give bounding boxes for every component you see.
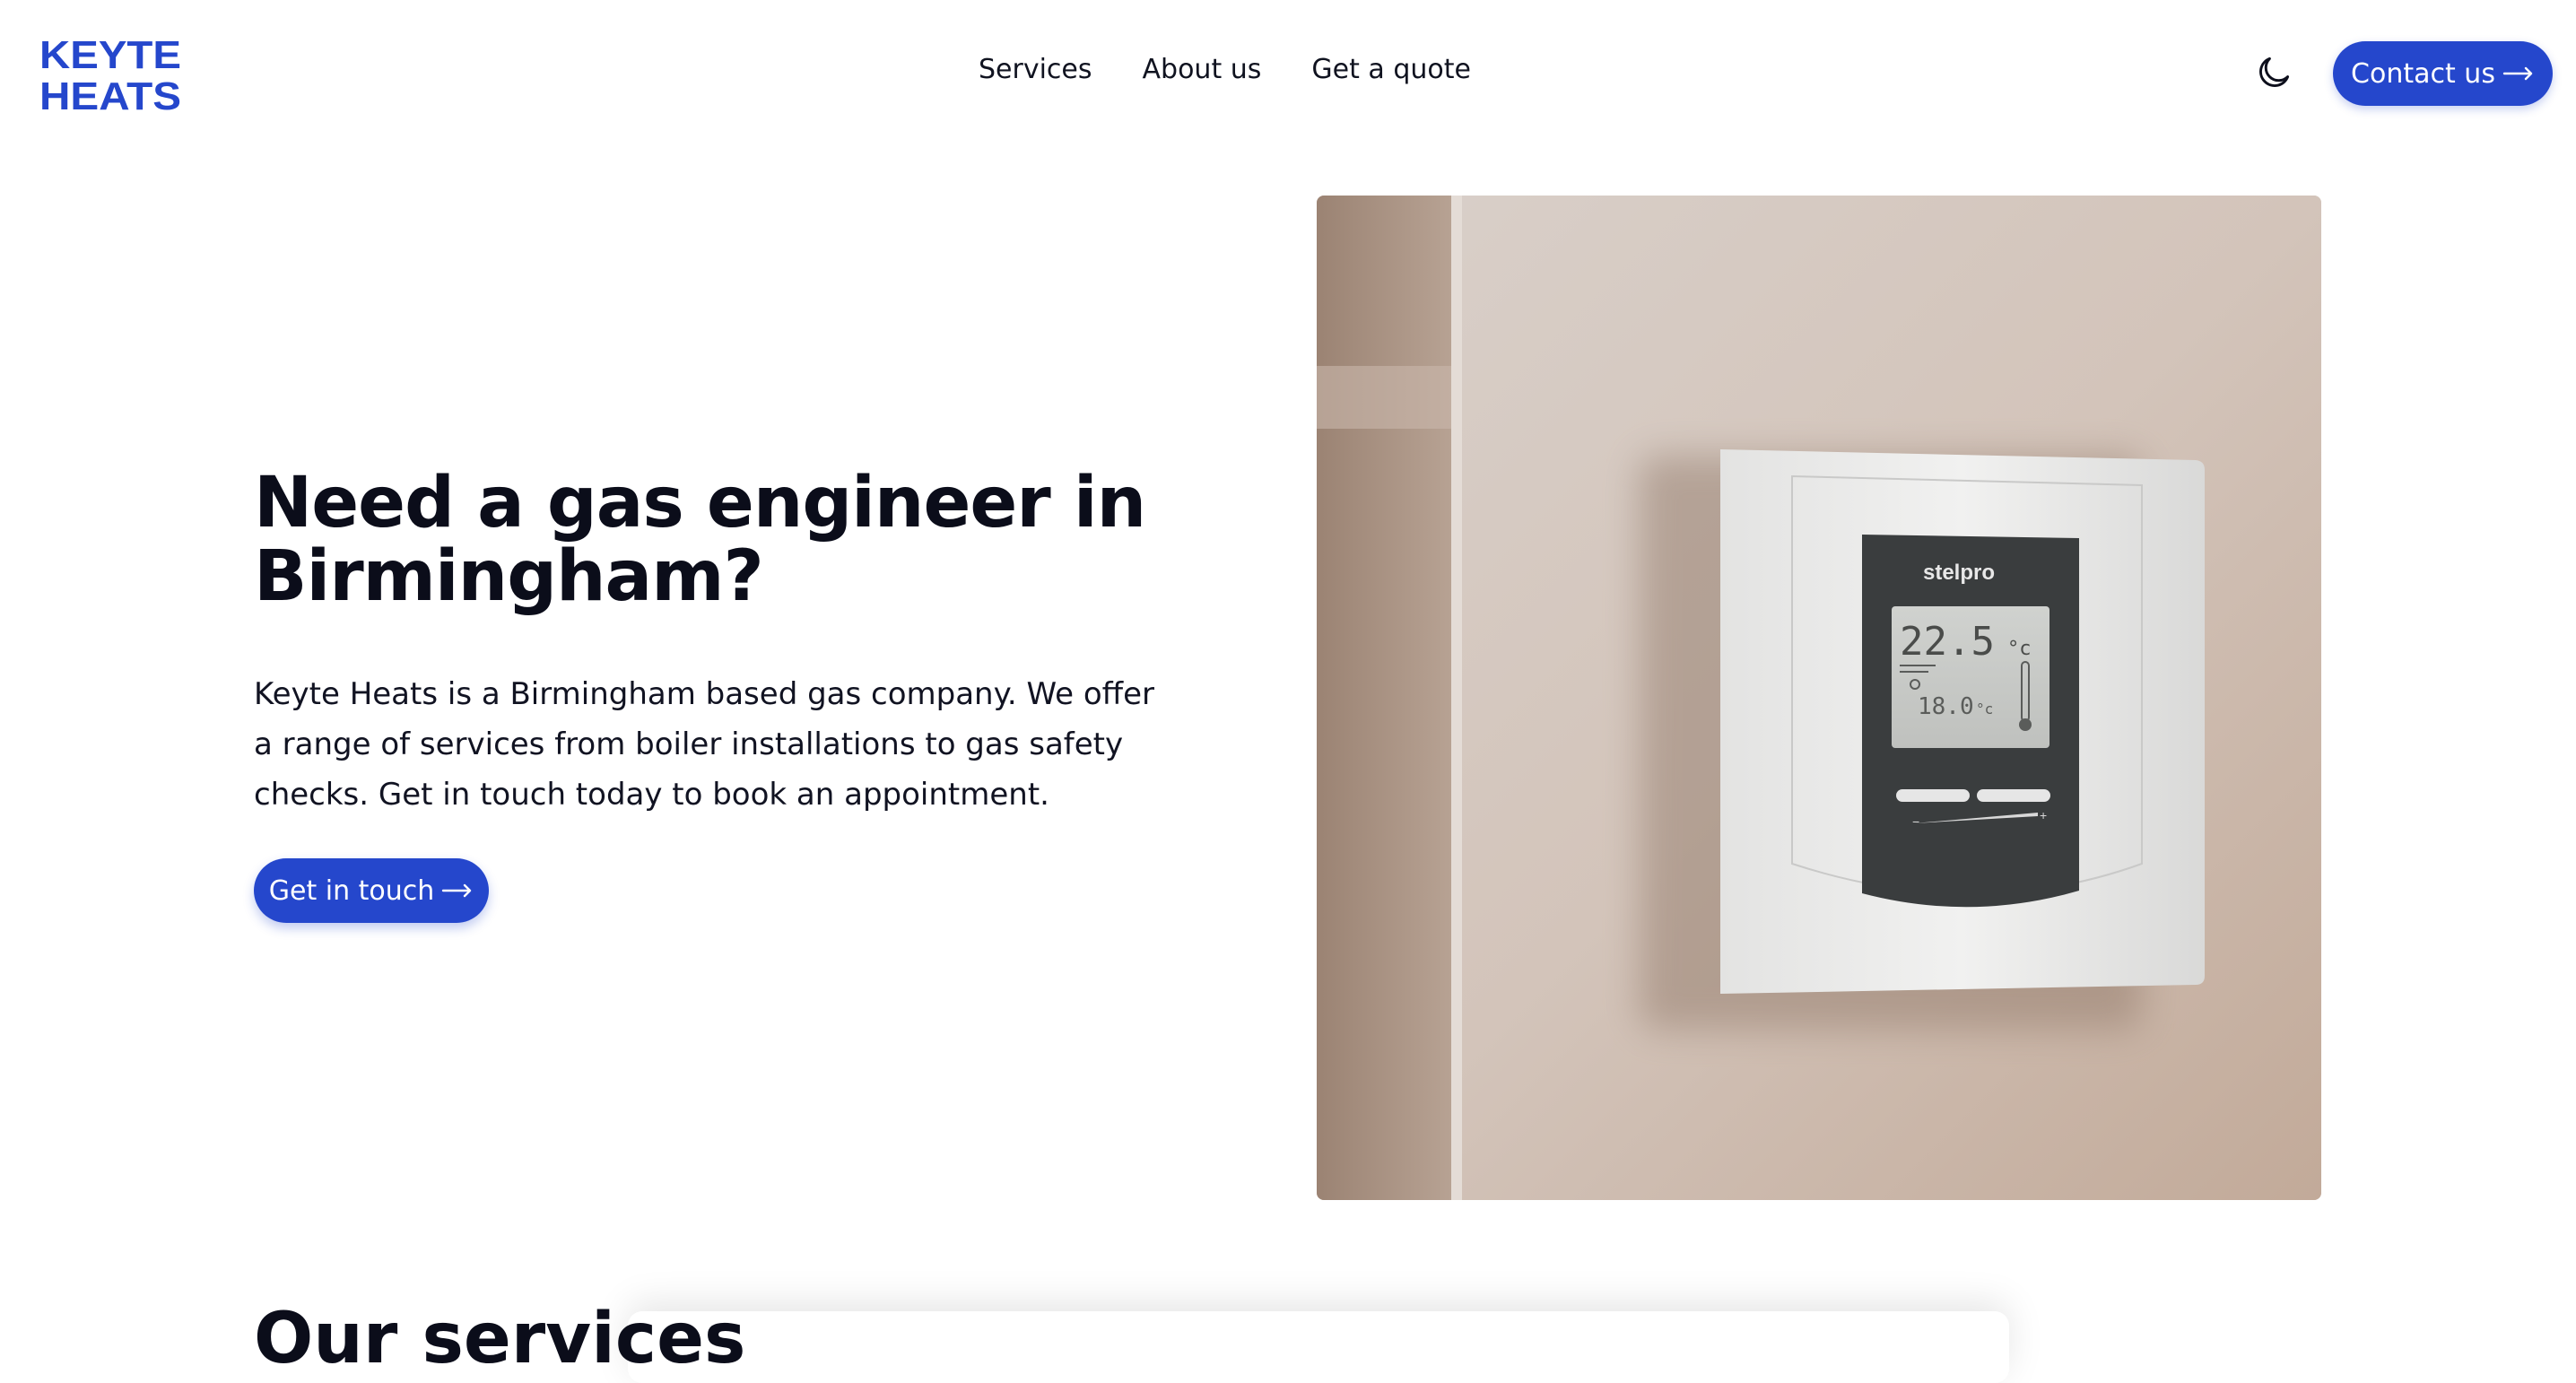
- hero-title: Need a gas engineer in Birmingham?: [254, 463, 1146, 617]
- get-in-touch-label: Get in touch: [268, 874, 435, 907]
- nav-services[interactable]: Services: [979, 52, 1092, 88]
- thermostat-set-unit: °c: [1976, 700, 1993, 718]
- contact-us-button[interactable]: Contact us: [2333, 41, 2553, 106]
- theme-toggle-button[interactable]: [2254, 53, 2293, 92]
- svg-text:+: +: [2040, 808, 2047, 822]
- moon-icon: [2259, 57, 2290, 87]
- hero-thermostat-image: stelpro 22.5 °c 18.0 °c − +: [1317, 196, 2321, 1200]
- hero-description: Keyte Heats is a Birmingham based gas co…: [254, 676, 1154, 813]
- nav-get-a-quote[interactable]: Get a quote: [1311, 52, 1471, 88]
- thermostat-main-reading: 22.5: [1900, 619, 1995, 665]
- thermostat-brand: stelpro: [1923, 561, 1995, 585]
- arrow-right-icon: [2502, 66, 2533, 81]
- brand-logo-line2: HEATS: [39, 74, 181, 111]
- arrow-right-icon: [442, 883, 472, 898]
- services-card: [628, 1311, 2009, 1383]
- services-section-title: Our services: [254, 1299, 746, 1379]
- thermostat-set-reading: 18.0: [1918, 693, 1974, 720]
- contact-us-label: Contact us: [2351, 57, 2495, 90]
- nav-about-us[interactable]: About us: [1143, 52, 1262, 88]
- get-in-touch-button[interactable]: Get in touch: [254, 858, 489, 923]
- svg-text:−: −: [1912, 814, 1919, 829]
- thermostat-main-unit: °c: [2007, 638, 2032, 660]
- main-nav: Services About us Get a quote: [979, 52, 1471, 88]
- brand-logo[interactable]: KEYTE HEATS: [39, 32, 183, 111]
- brand-logo-line1: KEYTE: [39, 33, 181, 77]
